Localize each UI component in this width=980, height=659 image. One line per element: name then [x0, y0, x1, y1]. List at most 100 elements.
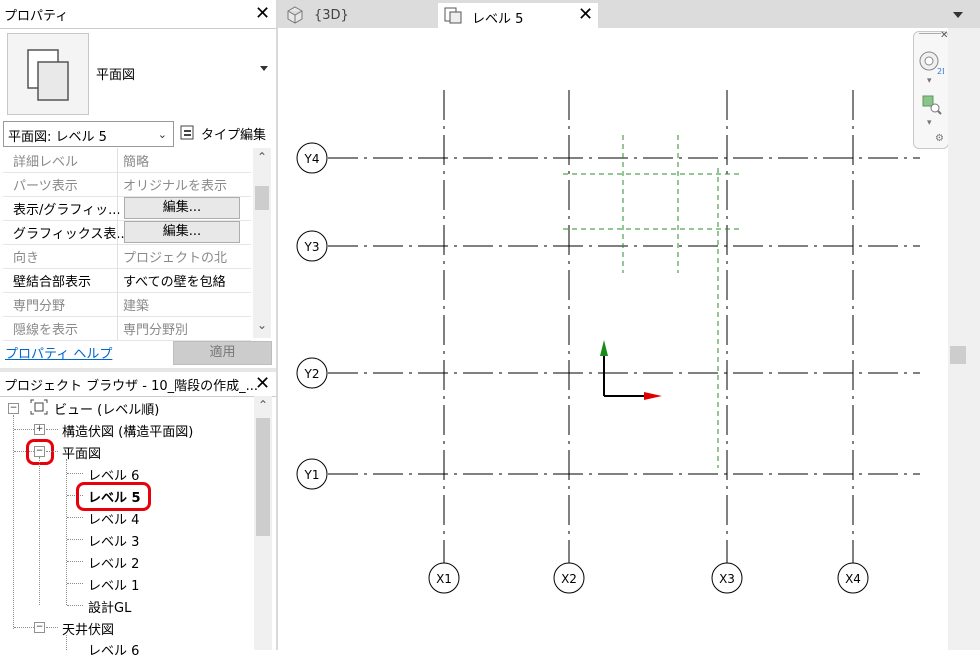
- options-icon[interactable]: ⚙: [935, 133, 944, 144]
- tree-root-label[interactable]: ビュー (レベル順): [54, 399, 159, 418]
- type-dropdown-icon[interactable]: [260, 66, 268, 71]
- property-label: 表示/グラフィッ...: [13, 203, 121, 218]
- tree-floorplans-label[interactable]: 平面図: [62, 443, 101, 462]
- browser-tree: − ビュー (レベル順) + 構造伏図 (構造平面図) − 平面図 レベル 6レ…: [0, 396, 254, 659]
- chevron-down-icon[interactable]: ▾: [927, 76, 932, 86]
- tree-line: [14, 627, 34, 628]
- svg-text:2D: 2D: [937, 67, 944, 76]
- browser-close-icon[interactable]: ✕: [255, 375, 270, 393]
- zoom-region-icon[interactable]: [921, 94, 943, 116]
- type-preview[interactable]: [7, 33, 89, 115]
- property-value: 建築: [123, 299, 150, 314]
- property-label: グラフィックス表...: [13, 227, 129, 242]
- drawing-canvas[interactable]: X1 X2 X3 X4 Y4 Y3 Y2 Y1: [278, 28, 948, 650]
- properties-scroll-thumb[interactable]: [255, 186, 269, 210]
- tree-line: [67, 473, 83, 474]
- properties-help-link[interactable]: プロパティ ヘルプ: [5, 343, 112, 362]
- properties-header: プロパティ ✕: [0, 0, 276, 29]
- tree-level-item[interactable]: レベル 2: [88, 553, 139, 572]
- property-row[interactable]: 専門分野 建築: [3, 292, 251, 317]
- tree-line: [67, 583, 83, 584]
- tree-line: [67, 561, 83, 562]
- property-row[interactable]: 隠線を表示 専門分野別: [3, 316, 251, 341]
- grid-label-y1: Y1: [304, 468, 320, 482]
- property-row[interactable]: 表示/グラフィッ... 編集...: [3, 196, 251, 221]
- property-row[interactable]: 向き プロジェクトの北: [3, 244, 251, 269]
- tree-line: [46, 429, 58, 430]
- property-label: 向き: [13, 251, 40, 266]
- tree-line: [14, 429, 34, 430]
- tree-line: [13, 415, 14, 629]
- floor-plan-type-icon: [27, 49, 69, 101]
- chevron-down-icon: ⌄: [157, 128, 167, 141]
- scroll-down-icon[interactable]: ⌄: [257, 318, 267, 332]
- property-row[interactable]: 詳細レベル 簡略: [3, 148, 251, 173]
- view-tabbar: {3D} レベル 5 ✕: [278, 0, 980, 28]
- selection-highlight-toggle: [26, 439, 54, 465]
- tab-3d[interactable]: {3D}: [280, 3, 435, 28]
- grid-label-x4: X4: [845, 572, 861, 586]
- tree-line: [39, 457, 40, 605]
- chevron-down-icon[interactable]: ▾: [927, 118, 932, 128]
- type-name: 平面図: [96, 68, 136, 83]
- left-panel: プロパティ ✕ 平面図 平面図: レベル 5 ⌄ タイプ編集 詳細レベル 簡略パー…: [0, 0, 276, 659]
- property-label: 詳細レベル: [13, 155, 79, 170]
- tab-close-icon[interactable]: ✕: [578, 6, 593, 24]
- tree-level-item[interactable]: レベル 1: [88, 575, 139, 594]
- browser-header: プロジェクト ブラウザ - 10_階段の作成_... ✕: [0, 372, 276, 397]
- tree-level-item[interactable]: レベル 4: [88, 509, 139, 528]
- tab-menu-icon[interactable]: [953, 12, 963, 18]
- browser-scroll-thumb[interactable]: [256, 418, 270, 536]
- grid-label-y2: Y2: [304, 367, 320, 381]
- floor-plan-drawing[interactable]: X1 X2 X3 X4 Y4 Y3 Y2 Y1: [278, 28, 948, 650]
- canvas-scrollbar[interactable]: [948, 28, 980, 650]
- edit-button[interactable]: 編集...: [124, 221, 240, 243]
- tree-level-item[interactable]: レベル 3: [88, 531, 139, 550]
- property-value: 専門分野別: [123, 323, 189, 338]
- view-icon: [30, 399, 48, 415]
- property-value: 簡略: [123, 155, 150, 170]
- tree-structural-label[interactable]: 構造伏図 (構造平面図): [62, 421, 193, 440]
- properties-grid: 詳細レベル 簡略 パーツ表示 オリジナルを表示 表示/グラフィッ... 編集... グラフィ…: [0, 148, 276, 341]
- tab-level5[interactable]: レベル 5 ✕: [438, 3, 598, 28]
- coordinate-gizmo-icon: [600, 340, 662, 400]
- type-edit-label: タイプ編集: [201, 128, 267, 143]
- tree-line: [67, 539, 83, 540]
- navbar-grip[interactable]: [919, 33, 941, 38]
- grid-label-y4: Y4: [304, 152, 320, 166]
- property-label: 壁結合部表示: [13, 275, 92, 290]
- expand-icon[interactable]: +: [34, 424, 45, 435]
- apply-button[interactable]: 適用: [173, 341, 272, 365]
- steering-wheel-icon[interactable]: 2D: [918, 50, 944, 76]
- properties-scrollbar[interactable]: ⌃ ⌄: [253, 148, 271, 338]
- tab-level5-label: レベル 5: [472, 12, 524, 27]
- scroll-up-icon[interactable]: ⌃: [258, 398, 268, 412]
- edit-button[interactable]: 編集...: [124, 197, 240, 219]
- cube-icon: [287, 6, 303, 24]
- dashed-green-lines: [563, 135, 740, 468]
- property-row[interactable]: パーツ表示 オリジナルを表示: [3, 172, 251, 197]
- properties-close-icon[interactable]: ✕: [255, 5, 270, 23]
- instance-selector[interactable]: 平面図: レベル 5 ⌄: [3, 121, 174, 147]
- property-label: 専門分野: [13, 299, 66, 314]
- tree-line: [67, 517, 83, 518]
- scroll-up-icon[interactable]: ⌃: [257, 150, 267, 164]
- property-value: プロジェクトの北: [123, 251, 228, 266]
- browser-scrollbar[interactable]: ⌃: [254, 396, 272, 650]
- column-separator[interactable]: [117, 148, 118, 340]
- navigation-bar: ✕ 2D ▾ ▾ ⚙: [913, 30, 949, 149]
- browser-title: プロジェクト ブラウザ - 10_階段の作成_...: [4, 379, 259, 394]
- property-row[interactable]: グラフィックス表... 編集...: [3, 220, 251, 245]
- property-value[interactable]: すべての壁を包絡: [123, 271, 226, 290]
- property-value: オリジナルを表示: [123, 179, 228, 194]
- collapse-icon[interactable]: −: [8, 403, 19, 414]
- property-row[interactable]: 壁結合部表示 すべての壁を包絡: [3, 268, 251, 293]
- canvas-scroll-thumb[interactable]: [950, 346, 966, 364]
- tree-line: [66, 635, 67, 650]
- grid-label-x2: X2: [561, 572, 577, 586]
- properties-title: プロパティ: [4, 9, 69, 24]
- tree-ceiling-label[interactable]: 天井伏図: [62, 619, 114, 638]
- grid-label-y3: Y3: [304, 240, 320, 254]
- collapse-icon[interactable]: −: [34, 622, 45, 633]
- tree-level-item[interactable]: 設計GL: [88, 597, 131, 616]
